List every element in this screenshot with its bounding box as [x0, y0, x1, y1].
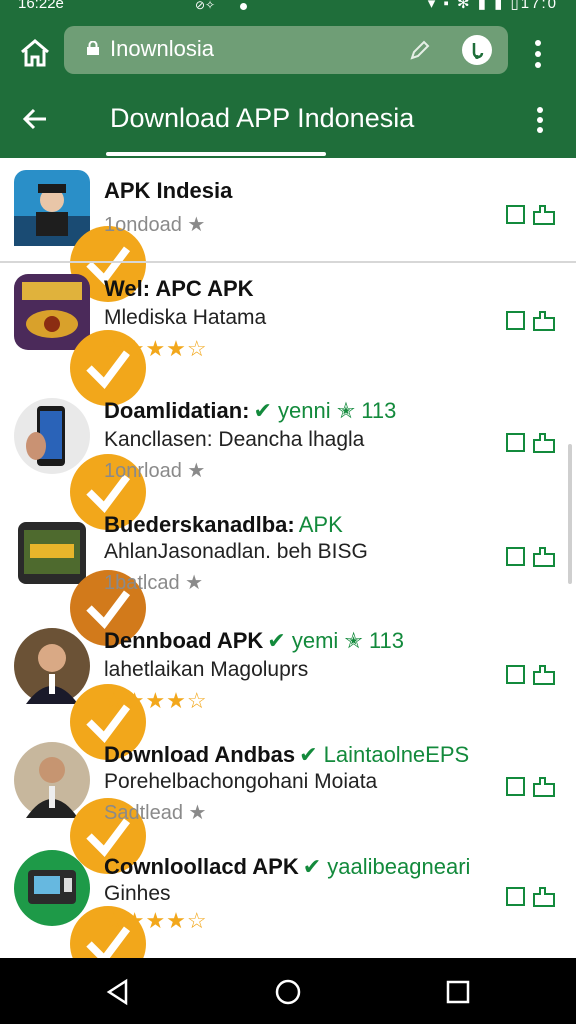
app-thumbnail: [14, 274, 146, 406]
scrollbar[interactable]: [568, 444, 572, 584]
list-item[interactable]: Buederskanadlba: APK AhlanJasonadlan. beh…: [0, 504, 576, 646]
browser-menu-icon[interactable]: [533, 38, 543, 70]
status-system-icons: ▾ ▪ ✻ ▮ ▮ ▯17:0: [427, 0, 558, 12]
status-bar: 16:22e ⊘✧ ▾ ▪ ✻ ▮ ▮ ▯17:0: [0, 0, 576, 14]
list-divider: [0, 261, 576, 263]
item-title: Wel: APC APK: [104, 276, 254, 301]
app-bar: Download APP Indonesia: [0, 94, 576, 158]
item-subtitle: Mlediska Hatama: [104, 306, 267, 329]
verified-badge-icon: [70, 330, 146, 406]
rating-stars: ★★★★☆: [104, 908, 208, 933]
item-meta: Sadtlead ★: [104, 802, 207, 824]
app-thumbnail: [14, 514, 146, 646]
lock-icon: [86, 40, 100, 55]
overflow-menu-icon[interactable]: [535, 106, 545, 134]
item-title: APK Indesia: [104, 178, 233, 203]
item-actions[interactable]: [506, 886, 558, 908]
item-actions[interactable]: [506, 310, 558, 332]
nav-recents-icon[interactable]: [446, 980, 470, 1004]
page-title: Download APP Indonesia: [110, 103, 415, 133]
item-title: Doamlidatian: ✔ yenni ✭ 113: [104, 398, 397, 423]
home-icon[interactable]: [18, 36, 52, 70]
item-title: Cownloollacd APK ✔ yaalibeagneari: [104, 854, 471, 879]
item-subtitle: Porehelbachongohani Moiata: [104, 770, 378, 793]
url-text: Inownlosia: [110, 36, 214, 61]
item-subtitle: lahetlaikan Magoluprs: [104, 658, 309, 681]
account-icon[interactable]: [462, 35, 492, 65]
list-item[interactable]: APK Indesia 1ondoad ★: [0, 158, 576, 302]
item-actions[interactable]: [506, 664, 558, 686]
item-subtitle: AhlanJasonadlan. beh BISG: [104, 540, 368, 563]
item-actions[interactable]: [506, 546, 558, 568]
item-meta: 1onrload ★: [104, 460, 206, 482]
rating-stars: ★★★★☆: [104, 336, 208, 361]
browser-toolbar: Inownlosia: [0, 14, 576, 94]
rating-stars: ★★★★☆: [104, 688, 208, 713]
list-item[interactable]: Wel: APC APK Mlediska Hatama ★★★★☆: [0, 266, 576, 406]
item-actions[interactable]: [506, 204, 558, 226]
verified-badge-icon: [70, 684, 146, 760]
status-notification-icons: ⊘✧: [195, 0, 216, 12]
edit-pen-icon[interactable]: [408, 38, 432, 62]
list-item[interactable]: Dennboad APK ✔ yemi ✭ 113 lahetlaikan Mag…: [0, 620, 576, 760]
item-meta: 1batlcad ★: [104, 572, 204, 594]
verified-badge-icon: [70, 798, 146, 874]
app-thumbnail: [14, 398, 146, 530]
address-bar[interactable]: Inownlosia: [64, 26, 508, 74]
item-actions[interactable]: [506, 776, 558, 798]
app-thumbnail: [14, 628, 146, 760]
list-item[interactable]: Download Andbas ✔ LaintaolneEPS Porehelba…: [0, 736, 576, 874]
item-title: Download Andbas ✔ LaintaolneEPS: [104, 742, 470, 767]
list-item[interactable]: Cownloollacd APK ✔ yaalibeagneari Ginhes …: [0, 848, 576, 982]
app-thumbnail: [14, 170, 146, 302]
back-arrow-icon[interactable]: [20, 104, 50, 134]
list-item[interactable]: Doamlidatian: ✔ yenni ✭ 113 Kancllasen: D…: [0, 390, 576, 530]
item-subtitle: Kancllasen: Deancha lhagla: [104, 428, 365, 451]
item-title: Dennboad APK ✔ yemi ✭ 113: [104, 628, 405, 653]
app-thumbnail: [14, 850, 146, 982]
status-time: 16:22e: [18, 0, 64, 12]
verified-badge-icon: [70, 570, 146, 646]
item-subtitle: Ginhes: [104, 882, 171, 905]
item-actions[interactable]: [506, 432, 558, 454]
app-list: APK Indesia 1ondoad ★ Wel: APC APK Mledi…: [0, 158, 576, 982]
item-title: Buederskanadlba: APK: [104, 512, 343, 537]
verified-badge-icon: [70, 906, 146, 982]
tab-indicator: [106, 152, 326, 156]
item-meta: 1ondoad ★: [104, 214, 206, 236]
nav-home-icon[interactable]: [274, 978, 302, 1006]
system-nav-bar: [0, 958, 576, 1024]
notification-dot: [240, 3, 247, 10]
verified-badge-icon: [70, 226, 146, 302]
app-thumbnail: [14, 742, 146, 874]
item-action-icons: [506, 205, 555, 225]
verified-badge-icon: [70, 454, 146, 530]
nav-back-icon[interactable]: [104, 978, 132, 1006]
